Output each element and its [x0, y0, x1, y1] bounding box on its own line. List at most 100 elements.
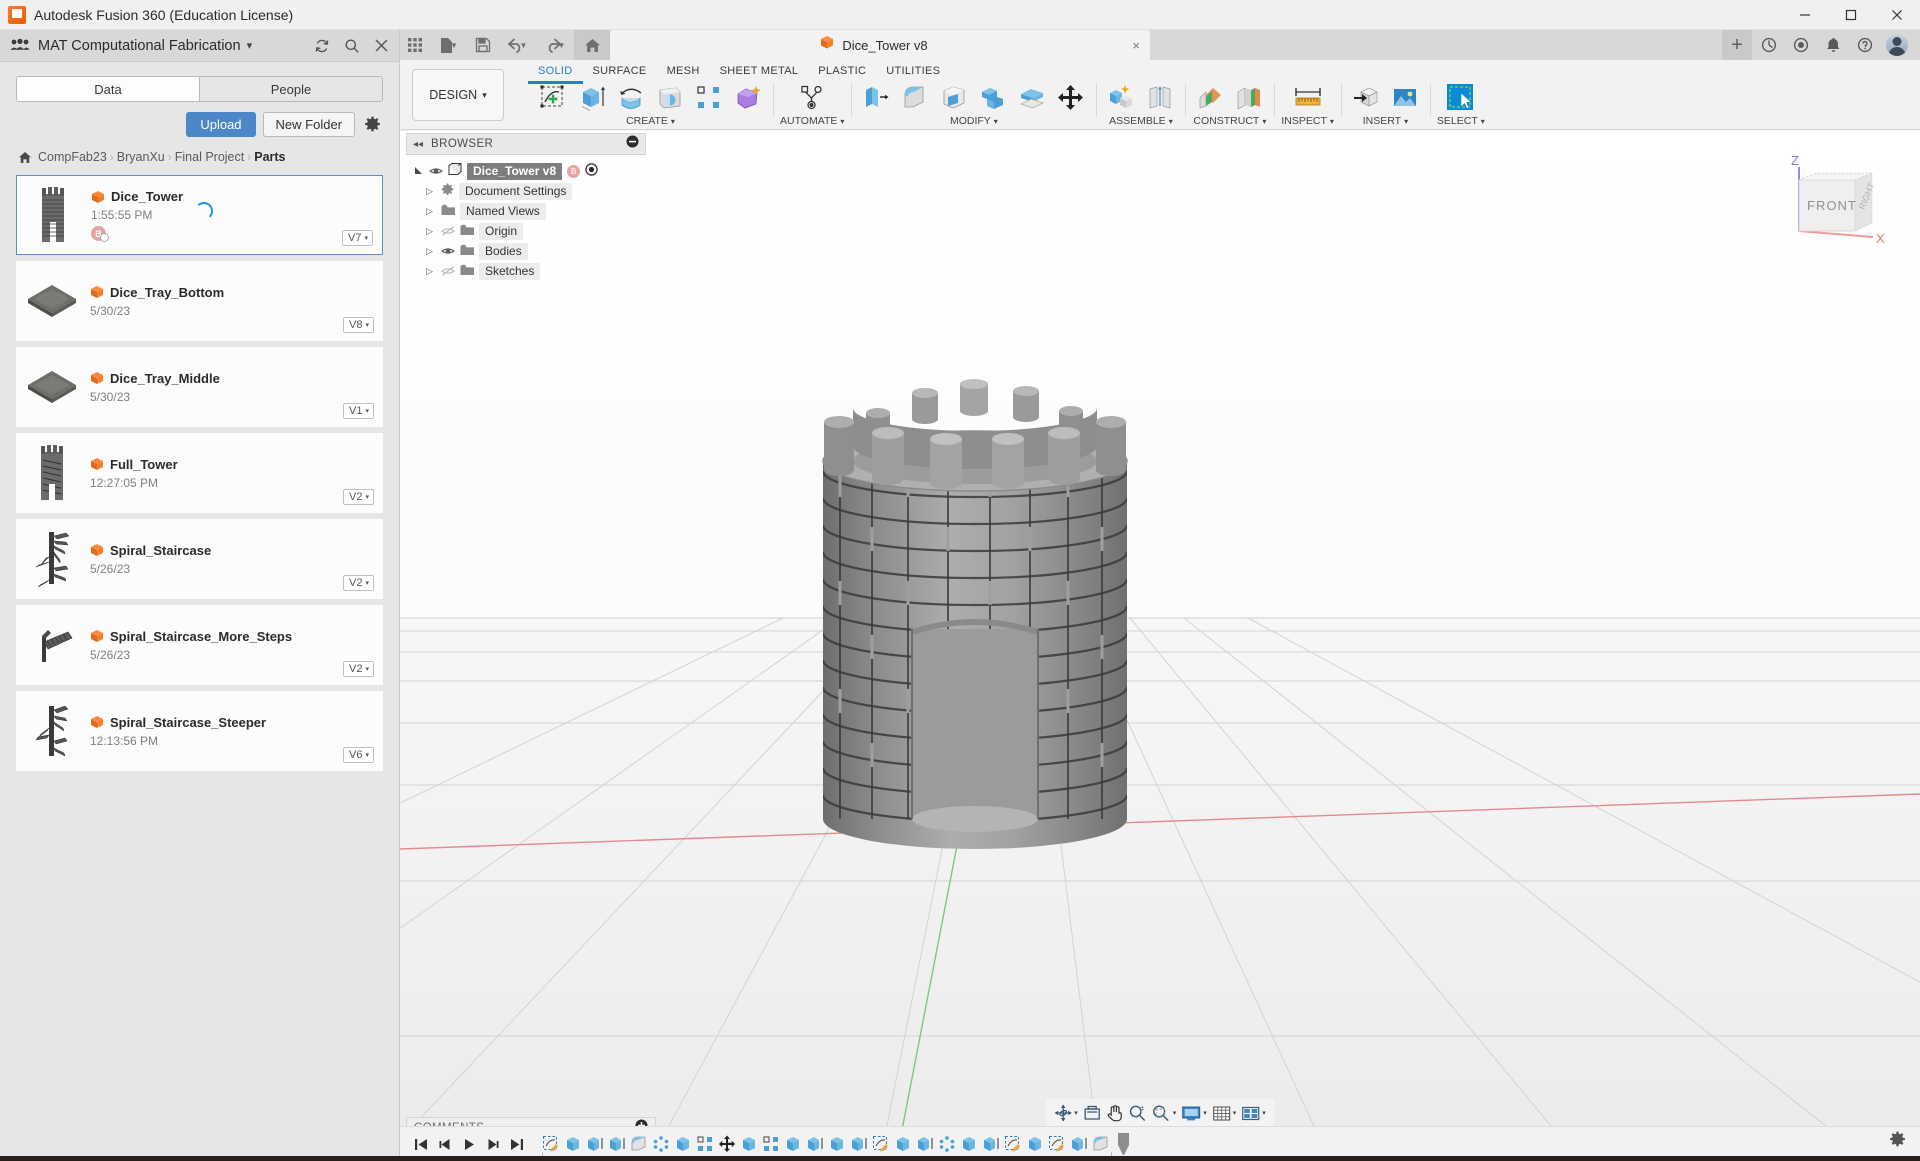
job-status-icon[interactable] — [1786, 30, 1816, 60]
tab-plastic[interactable]: PLASTIC — [808, 62, 876, 84]
home-icon[interactable] — [18, 151, 32, 164]
expand-triangle-icon[interactable]: ▷ — [426, 246, 436, 257]
minus-circle-icon[interactable] — [626, 135, 639, 153]
insert-canvas-icon[interactable] — [1387, 82, 1423, 114]
chevron-down-icon[interactable]: ▾ — [1173, 1109, 1177, 1117]
chevron-down-icon[interactable]: ▾ — [1074, 1109, 1078, 1117]
revolve-icon[interactable] — [613, 82, 649, 114]
fillet-icon[interactable] — [897, 82, 933, 114]
breadcrumb-item-3[interactable]: Parts — [254, 150, 285, 164]
version-badge[interactable]: V2 ▾ — [343, 575, 374, 591]
tab-data[interactable]: Data — [17, 77, 199, 101]
expand-triangle-icon[interactable]: ▷ — [426, 206, 436, 217]
list-item[interactable]: Spiral_Staircase 5/26/23 V2 ▾ — [16, 519, 383, 599]
redo-icon[interactable]: ▼ — [536, 32, 574, 58]
chevron-down-icon[interactable]: ▼ — [520, 41, 528, 50]
tab-surface[interactable]: SURFACE — [583, 62, 657, 84]
expand-triangle-icon[interactable]: ▷ — [426, 186, 436, 197]
version-badge[interactable]: V2 ▾ — [343, 489, 374, 505]
tree-row[interactable]: ▷ Sketches — [412, 261, 650, 281]
create-sketch-icon[interactable] — [535, 82, 571, 114]
tree-row[interactable]: Dice_Tower v8 B — [400, 161, 650, 181]
version-badge[interactable]: V2 ▾ — [343, 661, 374, 677]
expand-triangle-icon[interactable]: ▷ — [426, 226, 436, 237]
breadcrumb-item-1[interactable]: BryanXu — [117, 150, 165, 164]
grid-snaps-icon[interactable]: ▾ — [1212, 1105, 1237, 1122]
joint-icon[interactable] — [1142, 82, 1178, 114]
press-pull-icon[interactable] — [858, 82, 894, 114]
tab-sheet-metal[interactable]: SHEET METAL — [710, 62, 809, 84]
pan-icon[interactable] — [1106, 1104, 1123, 1122]
insert-derive-icon[interactable] — [1348, 82, 1384, 114]
list-item[interactable]: Full_Tower 12:27:05 PM V2 ▾ — [16, 433, 383, 513]
version-badge[interactable]: V6 ▾ — [343, 747, 374, 763]
tree-row[interactable]: ▷ Document Settings — [412, 181, 650, 201]
list-item[interactable]: Spiral_Staircase_Steeper 12:13:56 PM V6 … — [16, 691, 383, 771]
expand-triangle-icon[interactable] — [414, 166, 424, 177]
minimize-icon[interactable] — [1782, 0, 1828, 30]
list-item[interactable]: Spiral_Staircase_More_Steps 5/26/23 V2 ▾ — [16, 605, 383, 685]
chevron-down-icon[interactable]: ▾ — [1203, 1109, 1207, 1117]
close-icon[interactable] — [1874, 0, 1920, 30]
tab-people[interactable]: People — [199, 77, 382, 101]
new-folder-button[interactable]: New Folder — [262, 112, 355, 137]
go-to-end-icon[interactable] — [506, 1132, 528, 1156]
chevron-down-icon[interactable]: ▾ — [1262, 1109, 1266, 1117]
step-forward-icon[interactable] — [482, 1132, 504, 1156]
add-tab-icon[interactable]: + — [1722, 30, 1752, 60]
new-component-icon[interactable] — [1103, 82, 1139, 114]
save-icon[interactable] — [468, 32, 498, 58]
tree-row[interactable]: ▷ Named Views — [412, 201, 650, 221]
version-badge[interactable]: V7 ▾ — [342, 230, 373, 246]
new-file-icon[interactable]: ▼ — [430, 32, 468, 58]
chevron-down-icon[interactable]: ▼ — [558, 41, 566, 50]
chevron-down-icon[interactable]: ▾ — [1169, 117, 1173, 126]
close-icon[interactable]: × — [1132, 38, 1140, 53]
notifications-activity-icon[interactable] — [1754, 30, 1784, 60]
chevron-down-icon[interactable]: ▾ — [1262, 117, 1266, 126]
undo-icon[interactable]: ▼ — [498, 32, 536, 58]
expand-triangle-icon[interactable]: ▷ — [426, 266, 436, 277]
chevron-down-icon[interactable]: ▾ — [1233, 1109, 1237, 1117]
measure-icon[interactable] — [1290, 82, 1326, 114]
version-badge[interactable]: V8 ▾ — [343, 317, 374, 333]
zoom-icon[interactable]: ± — [1128, 1104, 1146, 1122]
chevron-down-icon[interactable]: ▾ — [671, 117, 675, 126]
version-badge[interactable]: V1 ▾ — [343, 403, 374, 419]
offset-plane-icon[interactable] — [1192, 82, 1228, 114]
tree-row[interactable]: ▷ Origin — [412, 221, 650, 241]
breadcrumb-item-2[interactable]: Final Project — [175, 150, 244, 164]
workspace-switcher[interactable]: DESIGN ▾ — [412, 69, 504, 121]
upload-button[interactable]: Upload — [186, 112, 256, 137]
gear-icon[interactable] — [362, 114, 383, 135]
maximize-icon[interactable] — [1828, 0, 1874, 30]
chevron-down-icon[interactable]: ▾ — [840, 117, 844, 126]
breadcrumb-item-0[interactable]: CompFab23 — [38, 150, 107, 164]
sweep-icon[interactable] — [652, 82, 688, 114]
viewports-icon[interactable]: ▾ — [1241, 1105, 1266, 1122]
3d-viewport[interactable]: ◂◂ BROWSER Dice_Tower v8 B ▷ Document Se… — [400, 131, 1920, 1161]
tab-mesh[interactable]: MESH — [657, 62, 710, 84]
select-window-icon[interactable] — [1443, 82, 1479, 114]
avatar[interactable] — [1882, 30, 1912, 60]
chevron-down-icon[interactable]: ▼ — [450, 41, 458, 50]
list-item[interactable]: Dice_Tower 1:55:55 PM B V7 ▾ — [16, 175, 383, 255]
form-icon[interactable] — [730, 82, 766, 114]
collapse-panel-icon[interactable]: ◂◂ — [413, 139, 423, 150]
visibility-eye-icon[interactable] — [441, 226, 455, 236]
tab-solid[interactable]: SOLID — [528, 62, 583, 84]
tree-row[interactable]: ▷ Bodies — [412, 241, 650, 261]
visibility-eye-icon[interactable] — [429, 166, 443, 176]
bell-icon[interactable] — [1818, 30, 1848, 60]
chevron-down-icon[interactable]: ▾ — [1404, 117, 1408, 126]
display-settings-icon[interactable]: ▾ — [1181, 1105, 1207, 1122]
home-icon[interactable] — [574, 30, 610, 60]
visibility-eye-icon[interactable] — [441, 246, 455, 256]
combine-icon[interactable] — [975, 82, 1011, 114]
visibility-eye-icon[interactable] — [441, 266, 455, 276]
chevron-down-icon[interactable]: ▾ — [1330, 117, 1334, 126]
step-back-icon[interactable] — [434, 1132, 456, 1156]
extrude-icon[interactable] — [574, 82, 610, 114]
chevron-down-icon[interactable]: ▾ — [994, 117, 998, 126]
chevron-down-icon[interactable]: ▾ — [247, 39, 253, 52]
